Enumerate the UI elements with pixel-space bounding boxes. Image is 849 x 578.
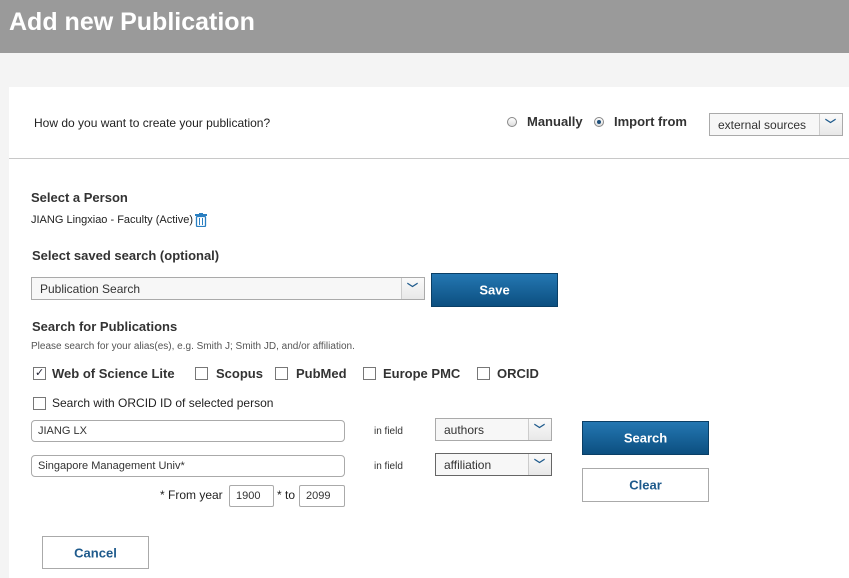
selected-person-name: JIANG Lingxiao - Faculty (Active)	[31, 214, 193, 226]
trash-icon[interactable]	[195, 213, 207, 228]
saved-search-value: Publication Search	[40, 281, 141, 296]
publication-form: How do you want to create your publicati…	[9, 87, 849, 578]
saved-search-select[interactable]: Publication Search ﹀	[31, 277, 425, 300]
chevron-down-icon[interactable]: ﹀	[819, 114, 842, 135]
manual-radio[interactable]	[507, 117, 517, 127]
cancel-button[interactable]: Cancel	[42, 536, 149, 569]
author-search-value: JIANG LX	[38, 425, 87, 437]
in-field-label: in field	[374, 461, 403, 472]
source-label-europepmc[interactable]: Europe PMC	[383, 366, 460, 381]
to-year-label: * to	[277, 488, 296, 502]
field-select-2-value: affiliation	[444, 457, 492, 472]
page-header: Add new Publication	[0, 0, 849, 53]
save-button-label: Save	[479, 282, 510, 298]
from-year-label: * From year	[160, 488, 223, 502]
saved-search-heading: Select saved search (optional)	[32, 248, 220, 263]
source-select-value: external sources	[718, 117, 807, 132]
source-select[interactable]: external sources ﹀	[709, 113, 843, 136]
cancel-button-label: Cancel	[74, 545, 117, 560]
search-button[interactable]: Search	[582, 421, 709, 455]
source-label-scopus[interactable]: Scopus	[216, 366, 263, 381]
search-hint: Please search for your alias(es), e.g. S…	[31, 341, 355, 352]
source-label-pubmed[interactable]: PubMed	[296, 366, 347, 381]
clear-button-label: Clear	[629, 477, 662, 493]
page-title: Add new Publication	[9, 8, 255, 36]
author-search-input[interactable]: JIANG LX	[31, 420, 345, 442]
to-year-value: 2099	[306, 490, 331, 502]
source-label-orcid[interactable]: ORCID	[497, 366, 539, 381]
in-field-label: in field	[374, 426, 403, 437]
source-label-wos[interactable]: Web of Science Lite	[52, 366, 175, 381]
creation-mode-question: How do you want to create your publicati…	[34, 116, 271, 130]
save-button[interactable]: Save	[431, 273, 558, 307]
import-radio[interactable]	[594, 117, 604, 127]
clear-button[interactable]: Clear	[582, 468, 709, 502]
source-checkbox-europepmc[interactable]	[363, 367, 376, 380]
from-year-input[interactable]: 1900	[229, 485, 274, 507]
orcid-id-checkbox[interactable]	[33, 397, 46, 410]
field-select-1[interactable]: authors ﹀	[435, 418, 552, 441]
source-checkbox-scopus[interactable]	[195, 367, 208, 380]
divider	[9, 158, 849, 159]
source-checkbox-orcid[interactable]	[477, 367, 490, 380]
source-checkbox-pubmed[interactable]	[275, 367, 288, 380]
to-year-input[interactable]: 2099	[299, 485, 345, 507]
field-select-1-value: authors	[444, 422, 485, 437]
affiliation-search-input[interactable]: Singapore Management Univ*	[31, 455, 345, 477]
manual-label[interactable]: Manually	[527, 114, 583, 129]
from-year-value: 1900	[236, 490, 261, 502]
chevron-down-icon[interactable]: ﹀	[528, 419, 551, 440]
orcid-id-label[interactable]: Search with ORCID ID of selected person	[52, 396, 273, 410]
search-button-label: Search	[623, 430, 668, 446]
chevron-down-icon[interactable]: ﹀	[401, 278, 424, 299]
source-checkbox-wos[interactable]	[33, 366, 46, 380]
search-heading: Search for Publications	[32, 319, 178, 334]
field-select-2[interactable]: affiliation ﹀	[435, 453, 552, 476]
import-label[interactable]: Import from	[614, 114, 687, 129]
chevron-down-icon[interactable]: ﹀	[528, 454, 551, 475]
select-person-heading: Select a Person	[31, 190, 128, 205]
affiliation-search-value: Singapore Management Univ*	[38, 460, 185, 472]
